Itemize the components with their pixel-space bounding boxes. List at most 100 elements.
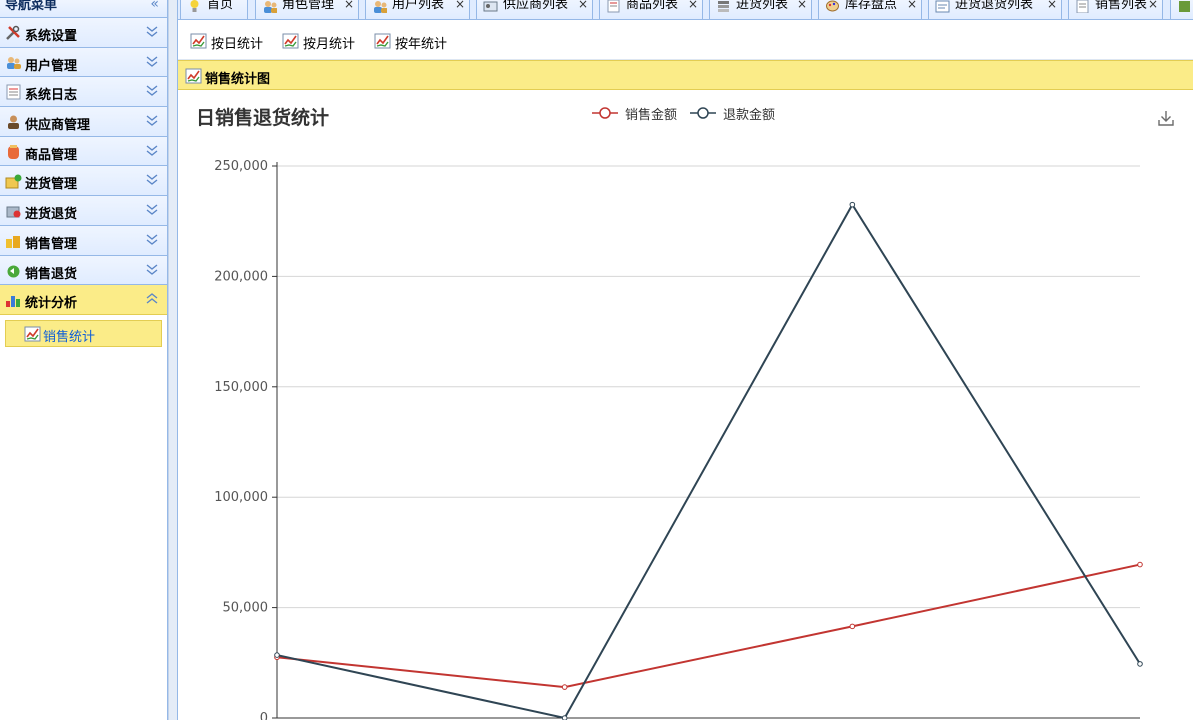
tab-label: 销售列表 — [1095, 0, 1148, 12]
line-chart-icon — [190, 33, 207, 49]
chevron-down-icon[interactable] — [145, 171, 159, 187]
yearly-stats-label: 按年统计 — [395, 37, 448, 52]
purchase-icon — [5, 174, 22, 189]
palette-icon — [826, 0, 839, 12]
line-chart: 0 50,000 100,000 150,000 200,000 250,000 — [214, 159, 1143, 720]
sidebar-panel-label: 销售退货 — [25, 266, 78, 282]
bulb-icon — [190, 0, 199, 12]
y-tick-label: 0 — [260, 711, 268, 720]
sidebar-panel-5[interactable]: 进货管理 — [0, 166, 167, 197]
close-icon[interactable]: × — [1148, 0, 1158, 11]
chevron-down-icon[interactable] — [145, 231, 159, 247]
legend-label-refund: 退款金额 — [723, 108, 776, 123]
tab-bar: 首页 角色管理 × 用户列表 × 供应商列表 × 商品列表 × 进货列表 × 库存盘点 × 进货退货列表 ×… — [178, 0, 1193, 20]
tab-4[interactable]: 商品列表 × — [599, 0, 703, 19]
chart-panel-title: 销售统计图 — [205, 72, 271, 87]
data-point-sales — [849, 623, 856, 630]
data-point-refund — [849, 201, 856, 208]
close-icon[interactable]: × — [907, 0, 917, 11]
sidebar-panel-1[interactable]: 用户管理 — [0, 47, 167, 78]
sidebar-panel-label: 系统设置 — [25, 29, 78, 44]
close-icon[interactable]: × — [688, 0, 698, 11]
sidebar-panel-9[interactable]: 统计分析 — [0, 285, 167, 315]
data-point-refund — [561, 715, 568, 720]
sidebar-panel-label: 进货管理 — [25, 177, 78, 193]
chevron-down-icon[interactable] — [145, 201, 159, 217]
tab-5[interactable]: 进货列表 × — [709, 0, 812, 19]
tab-3[interactable]: 供应商列表 × — [476, 0, 593, 19]
sidebar-panel-0[interactable]: 系统设置 — [0, 18, 167, 48]
legend-symbol-refund — [690, 107, 716, 119]
chevron-down-icon[interactable] — [145, 53, 159, 69]
y-tick-label: 250,000 — [214, 159, 268, 174]
form-icon — [935, 0, 950, 13]
close-icon[interactable]: × — [455, 0, 465, 11]
tab-6[interactable]: 库存盘点 × — [818, 0, 922, 19]
tab-8[interactable]: 销售列表 × — [1068, 0, 1163, 19]
y-tick-label: 100,000 — [214, 490, 268, 505]
download-icon[interactable] — [1157, 109, 1175, 127]
bar-chart-icon — [6, 296, 20, 308]
line-chart-icon — [24, 326, 41, 342]
chevron-down-icon[interactable] — [145, 261, 159, 277]
submenu-item-sales-stats[interactable]: 销售统计 — [5, 319, 162, 347]
tab-label: 用户列表 — [392, 0, 445, 12]
stats-toolbar: 按日统计 按月统计 按年统计 — [178, 20, 1193, 60]
sidebar-panel-8[interactable]: 销售退货 — [0, 255, 167, 286]
tab-label: 角色管理 — [282, 0, 335, 12]
sidebar-panel-6[interactable]: 进货退货 — [0, 196, 167, 226]
close-icon[interactable]: × — [797, 0, 807, 11]
line-chart-icon — [185, 68, 202, 84]
data-point-sales — [1137, 561, 1143, 568]
sidebar-panel-label: 供应商管理 — [25, 118, 91, 134]
sidebar-panel-4[interactable]: 商品管理 — [0, 136, 167, 167]
tools-icon — [6, 25, 20, 40]
monthly-stats-button[interactable]: 按月统计 — [282, 32, 362, 52]
doc-icon — [1076, 0, 1089, 13]
supplier-icon — [8, 115, 19, 130]
tab-label: 首页 — [207, 0, 234, 12]
data-point-refund — [1137, 661, 1143, 667]
sidebar-panel-7[interactable]: 销售管理 — [0, 225, 167, 256]
tab-label: 供应商列表 — [503, 0, 569, 12]
close-icon[interactable]: × — [578, 0, 588, 11]
tab-overflow[interactable] — [1170, 0, 1193, 19]
sidebar-panel-3[interactable]: 供应商管理 — [0, 107, 167, 137]
tab-2[interactable]: 用户列表 × — [365, 0, 470, 19]
tab-7[interactable]: 进货退货列表 × — [928, 0, 1062, 19]
tab-label: 库存盘点 — [845, 0, 898, 12]
line-chart-icon — [374, 33, 391, 49]
sidebar-panel-2[interactable]: 系统日志 — [0, 77, 167, 108]
submenu-item-label: 销售统计 — [43, 329, 96, 345]
daily-stats-button[interactable]: 按日统计 — [190, 32, 270, 52]
yearly-stats-button[interactable]: 按年统计 — [374, 32, 454, 52]
tab-0[interactable]: 首页 — [180, 0, 248, 19]
users-icon — [264, 1, 277, 13]
chevron-up-icon[interactable] — [145, 290, 159, 306]
tab-label: 进货列表 — [736, 0, 789, 12]
log-icon — [6, 84, 21, 100]
close-icon[interactable]: × — [1047, 0, 1057, 11]
data-point-refund — [274, 652, 280, 658]
chevron-down-icon[interactable] — [145, 23, 159, 39]
sidebar-panel-label: 商品管理 — [25, 147, 78, 163]
tab-1[interactable]: 角色管理 × — [255, 0, 359, 19]
chevron-down-icon[interactable] — [145, 142, 159, 158]
legend-item-refund[interactable]: 退款金额 — [689, 104, 785, 123]
legend-item-sales[interactable]: 销售金额 — [591, 104, 687, 123]
layout-splitter[interactable] — [168, 0, 178, 720]
sales-icon — [6, 235, 20, 248]
chevron-down-icon[interactable] — [145, 82, 159, 98]
sidebar-panel-label: 统计分析 — [25, 296, 78, 312]
submenu-statistics: 销售统计 — [0, 315, 167, 352]
list-icon — [607, 0, 620, 13]
close-icon[interactable]: × — [344, 0, 354, 11]
chart-title: 日销售退货统计 — [196, 107, 330, 129]
legend-label-sales: 销售金额 — [625, 108, 678, 123]
tab-label: 商品列表 — [626, 0, 679, 12]
chevron-down-icon[interactable] — [145, 112, 159, 128]
collapse-icon[interactable]: « — [150, 0, 159, 12]
chart-panel-header: 销售统计图 — [178, 60, 1193, 90]
data-point-sales — [561, 684, 568, 690]
tab-overflow-icon — [1179, 1, 1190, 12]
